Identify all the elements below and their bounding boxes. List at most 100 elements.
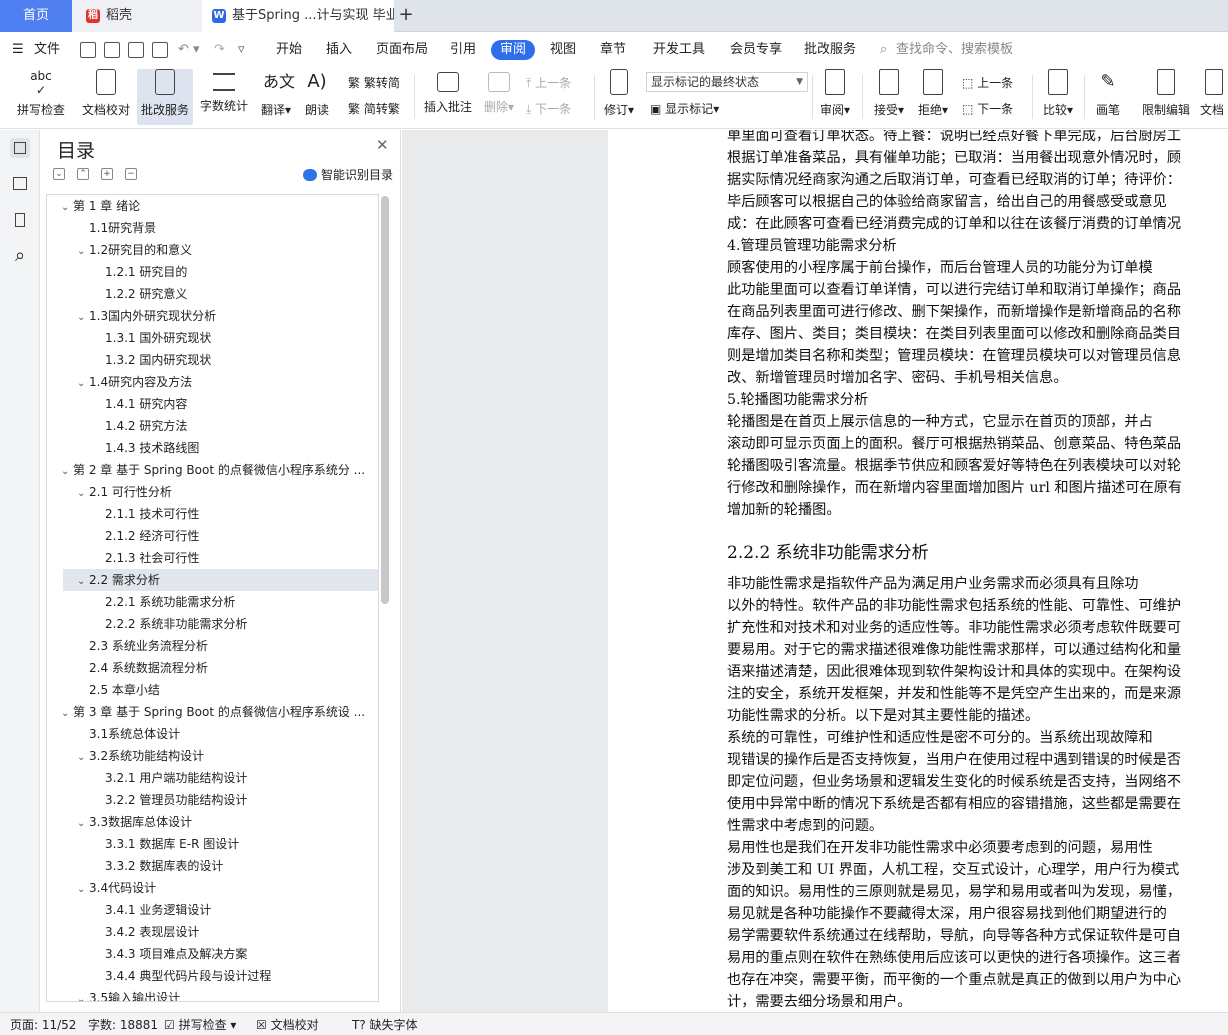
spell-check-button[interactable]: abc ✓ 拼写检查 (8, 69, 74, 125)
toc-item[interactable]: 1.3.2 国内研究现状 (47, 349, 378, 371)
chevron-down-icon[interactable]: ⌄ (61, 197, 73, 217)
tab-home[interactable]: 首页 (0, 0, 72, 32)
menu-file[interactable]: 文件 (34, 40, 60, 60)
insert-comment-button[interactable]: 插入批注 (422, 69, 474, 125)
toc-item[interactable]: 2.3 系统业务流程分析 (47, 635, 378, 657)
new-tab-button[interactable]: + (396, 0, 416, 32)
chevron-down-icon[interactable]: ⌄ (77, 483, 89, 503)
toc-item[interactable]: 2.2.1 系统功能需求分析 (47, 591, 378, 613)
chevron-down-icon[interactable]: ⌄ (61, 461, 73, 481)
bookmark-icon[interactable] (10, 210, 30, 230)
chevron-down-icon[interactable]: ⌄ (77, 373, 89, 393)
toc-item[interactable]: 1.1研究背景 (47, 217, 378, 239)
tab-daoke[interactable]: 稻 稻壳 (72, 0, 202, 32)
chevron-down-icon[interactable]: ⌄ (61, 703, 73, 723)
delete-comment-button[interactable]: 删除▾ (480, 69, 518, 125)
document-page[interactable]: 2.2.2 系统非功能需求分析 单里面可查看订单状态。待上餐：说明已经点好餐下单… (608, 130, 1228, 1012)
toc-item[interactable]: ⌄ 2.1 可行性分析 (47, 481, 378, 503)
grading-service-button[interactable]: 批改服务 (137, 69, 193, 125)
toc-item[interactable]: ⌄ 3.5输入输出设计 (47, 987, 378, 1001)
hamburger-menu-icon[interactable]: ☰ (12, 40, 24, 60)
toc-item[interactable]: 2.2.2 系统非功能需求分析 (47, 613, 378, 635)
toc-item[interactable]: 1.2.1 研究目的 (47, 261, 378, 283)
export-pdf-icon[interactable] (104, 42, 120, 58)
to-traditional-button[interactable]: 繁 繁转简 (348, 73, 400, 93)
tab-document[interactable]: W 基于Spring ...计与实现 毕业论 (202, 0, 394, 32)
toc-item[interactable]: 1.3.1 国外研究现状 (47, 327, 378, 349)
toc-scrollbar[interactable] (381, 196, 389, 604)
next-comment-button[interactable]: ⤓ 下一条 (526, 99, 571, 119)
toc-item[interactable]: ⌄ 3.4代码设计 (47, 877, 378, 899)
chevron-down-icon[interactable]: ⌄ (77, 307, 89, 327)
toc-item[interactable]: 2.5 本章小结 (47, 679, 378, 701)
toc-item[interactable]: 2.1.1 技术可行性 (47, 503, 378, 525)
undo-icon[interactable]: ↶ ▾ (178, 40, 200, 60)
chevron-down-icon[interactable]: ⌄ (77, 241, 89, 261)
toc-chapter-item[interactable]: ⌄ 第 1 章 绪论 (47, 195, 378, 217)
track-changes-button[interactable]: 修订▾ (600, 69, 638, 125)
toc-item[interactable]: ⌄ 2.2 需求分析 (63, 569, 378, 591)
compare-button[interactable]: 比较▾ (1038, 69, 1078, 125)
toc-item[interactable]: ⌄ 1.4研究内容及方法 (47, 371, 378, 393)
menu-dev-tools[interactable]: 开发工具 (653, 40, 705, 60)
toc-item[interactable]: 3.4.1 业务逻辑设计 (47, 899, 378, 921)
expand-up-icon[interactable]: ⌃ (77, 168, 89, 180)
toc-item[interactable]: 3.4.2 表现层设计 (47, 921, 378, 943)
prev-comment-button[interactable]: ⤒ 上一条 (526, 73, 571, 93)
toc-item[interactable]: 2.4 系统数据流程分析 (47, 657, 378, 679)
page-indicator[interactable]: 页面: 11/52 (10, 1016, 76, 1033)
print-icon[interactable] (128, 42, 144, 58)
toc-item[interactable]: 1.4.3 技术路线图 (47, 437, 378, 459)
save-icon[interactable] (80, 42, 96, 58)
chevron-down-icon[interactable]: ⌄ (77, 879, 89, 899)
accept-button[interactable]: 接受▾ (870, 69, 908, 125)
command-search-input[interactable]: 查找命令、搜索模板 (896, 40, 1013, 60)
word-count-button[interactable]: 字数统计 (198, 69, 250, 125)
close-icon[interactable]: ✕ (376, 136, 389, 154)
menu-chapter[interactable]: 章节 (600, 40, 626, 60)
word-count-status[interactable]: 字数: 18881 (88, 1016, 158, 1033)
menu-member[interactable]: 会员专享 (730, 40, 782, 60)
toc-item[interactable]: 1.4.1 研究内容 (47, 393, 378, 415)
toc-item[interactable]: 3.2.1 用户端功能结构设计 (47, 767, 378, 789)
toc-item[interactable]: ⌄ 3.3数据库总体设计 (47, 811, 378, 833)
toc-item[interactable]: 2.1.3 社会可行性 (47, 547, 378, 569)
add-heading-icon[interactable]: + (101, 168, 113, 180)
menu-view[interactable]: 视图 (550, 40, 576, 60)
remove-heading-icon[interactable]: − (125, 168, 137, 180)
menu-page-layout[interactable]: 页面布局 (376, 40, 428, 60)
chevron-down-icon[interactable]: ⌄ (77, 747, 89, 767)
spell-check-status[interactable]: ☑ 拼写检查 ▾ (164, 1016, 236, 1033)
toc-chapter-item[interactable]: ⌄ 第 2 章 基于 Spring Boot 的点餐微信小程序系统分 ... (47, 459, 378, 481)
chevron-down-icon[interactable]: ⌄ (77, 571, 89, 591)
menu-start[interactable]: 开始 (276, 40, 302, 60)
toc-item[interactable]: 3.4.3 项目难点及解决方案 (47, 943, 378, 965)
toc-item[interactable]: 3.3.1 数据库 E-R 图设计 (47, 833, 378, 855)
missing-font-status[interactable]: T? 缺失字体 (352, 1016, 418, 1033)
toc-item[interactable]: 2.1.2 经济可行性 (47, 525, 378, 547)
translate-button[interactable]: あ文 翻译▾ (256, 69, 296, 125)
markup-display-select[interactable]: 显示标记的最终状态 ▼ (646, 72, 808, 92)
toc-chapter-item[interactable]: ⌄ 第 3 章 基于 Spring Boot 的点餐微信小程序系统设 ... (47, 701, 378, 723)
doc-permission-button[interactable]: 文档 (1200, 69, 1228, 125)
read-aloud-button[interactable]: A) 朗读 (300, 69, 334, 125)
review-pane-button[interactable]: 审阅▾ (816, 69, 854, 125)
toc-item[interactable]: 3.4.4 典型代码片段与设计过程 (47, 965, 378, 987)
to-simplified-button[interactable]: 繁 简转繁 (348, 99, 400, 119)
toc-item[interactable]: 3.1系统总体设计 (47, 723, 378, 745)
redo-icon[interactable]: ↷ (214, 40, 225, 60)
menu-reference[interactable]: 引用 (450, 40, 476, 60)
toc-item[interactable]: ⌄ 1.3国内外研究现状分析 (47, 305, 378, 327)
prev-change-button[interactable]: ⬚ 上一条 (962, 73, 1013, 93)
collapse-all-icon[interactable]: ⌄ (53, 168, 65, 180)
chevron-down-icon[interactable]: ⌄ (77, 813, 89, 833)
next-change-button[interactable]: ⬚ 下一条 (962, 99, 1013, 119)
smart-toc-button[interactable]: 智能识别目录 (303, 166, 393, 183)
pen-button[interactable]: ✎ 画笔 (1090, 69, 1126, 125)
reject-button[interactable]: 拒绝▾ (914, 69, 952, 125)
toc-item[interactable]: 1.2.2 研究意义 (47, 283, 378, 305)
toc-item[interactable]: 1.4.2 研究方法 (47, 415, 378, 437)
chapter-nav-icon[interactable] (10, 174, 30, 194)
quick-access-dropdown-icon[interactable]: ▿ (238, 40, 245, 60)
search-icon[interactable]: ⌕ (10, 246, 30, 266)
